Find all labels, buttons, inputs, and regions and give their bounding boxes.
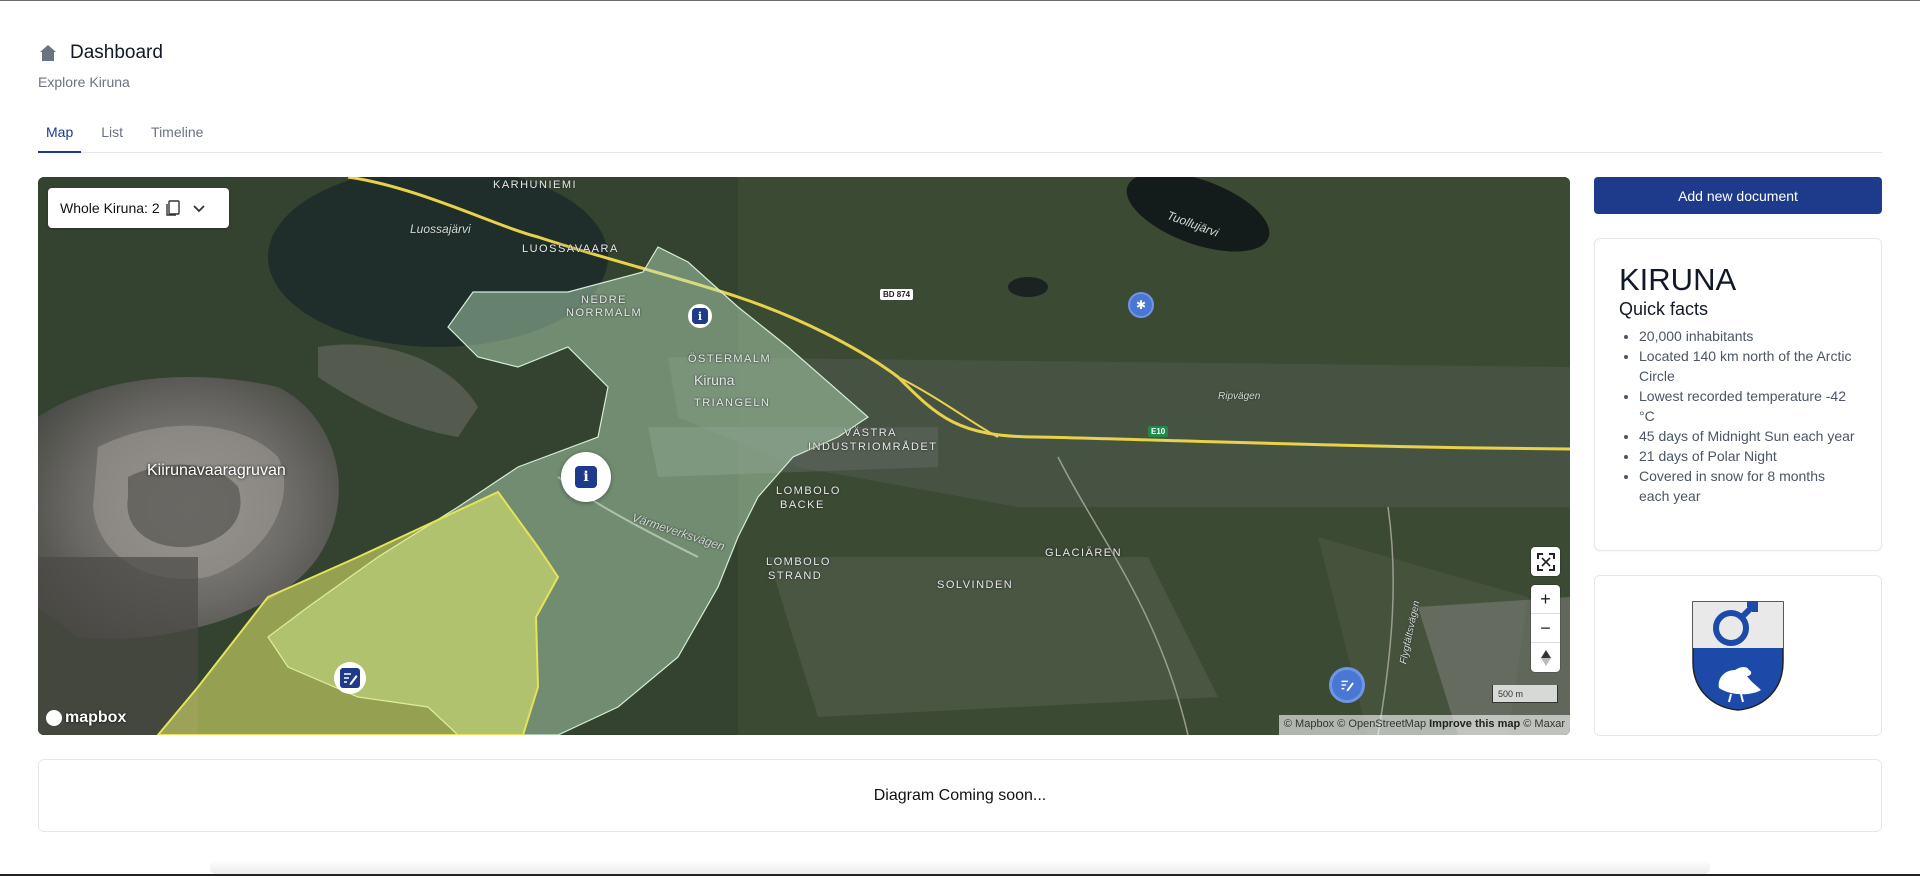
map-label-karhuniemi: KARHUNIEMI: [493, 179, 578, 191]
area-select-label: Whole Kiruna: 2: [60, 200, 160, 216]
road-badge-e10: E10: [1148, 426, 1169, 437]
edit-document-icon: [340, 668, 360, 688]
fullscreen-icon: [1536, 552, 1555, 571]
facts-subtitle: Quick facts: [1619, 299, 1709, 319]
info-icon: i: [575, 466, 597, 488]
map-label-ripvagen: Ripvägen: [1218, 391, 1261, 402]
page-title: Dashboard: [70, 42, 163, 63]
map-label-solvinden: SOLVINDEN: [937, 579, 1014, 591]
document-icon: [165, 200, 180, 216]
home-icon: [40, 45, 56, 61]
zoom-out-button[interactable]: −: [1531, 614, 1560, 643]
zoom-in-button[interactable]: +: [1531, 585, 1560, 614]
tab-timeline[interactable]: Timeline: [143, 120, 211, 153]
bottom-shadow: [210, 860, 1710, 874]
fact-item: Located 140 km north of the Arctic Circl…: [1639, 346, 1857, 386]
area-select-dropdown[interactable]: Whole Kiruna: 2: [48, 188, 229, 228]
add-new-document-button[interactable]: Add new document: [1594, 177, 1882, 214]
fact-item: 45 days of Midnight Sun each year: [1639, 426, 1857, 446]
compass-icon: [1540, 649, 1551, 666]
tab-map[interactable]: Map: [38, 120, 82, 153]
satellite-map-background: [38, 177, 1570, 735]
map-label-industriomradet: INDUSTRIOMRÅDET: [808, 441, 938, 453]
map-label-triangeln: TRIANGELN: [694, 397, 771, 409]
map-label-lombolo: LOMBOLO: [776, 485, 841, 497]
mapbox-logo-text: mapbox: [65, 709, 127, 726]
document-marker-edit-highlighted[interactable]: [1329, 667, 1365, 703]
map-label-nedre: NEDRE: [581, 294, 628, 306]
document-marker-gear[interactable]: ✱: [1128, 292, 1154, 318]
attribution-mapbox-osm[interactable]: © Mapbox © OpenStreetMap: [1284, 718, 1426, 730]
map-scale: 500 m: [1492, 685, 1558, 703]
map-label-ostermalm: ÖSTERMALM: [688, 353, 772, 365]
map-label-vastra: VÄSTRA: [844, 427, 898, 439]
map-label-glaciaren: GLACIÄREN: [1045, 547, 1123, 559]
map-label-backe: BACKE: [780, 499, 825, 511]
facts-list: 20,000 inhabitants Located 140 km north …: [1619, 326, 1857, 506]
coat-of-arms-card: [1594, 575, 1882, 736]
fullscreen-control: [1531, 547, 1560, 576]
facts-title: KIRUNA: [1619, 262, 1737, 297]
map-label-normalm: NORRMALM: [566, 307, 643, 319]
document-marker-info-large[interactable]: i: [561, 452, 611, 502]
document-marker-edit[interactable]: [334, 662, 366, 694]
mapbox-logo-mark: [46, 710, 62, 726]
zoom-controls: + −: [1531, 585, 1560, 672]
document-marker-info-small[interactable]: i: [688, 304, 712, 328]
fact-item: Lowest recorded temperature -42 °C: [1639, 386, 1857, 426]
mapbox-logo[interactable]: mapbox: [46, 709, 126, 727]
quick-facts-card: KIRUNA Quick facts 20,000 inhabitants Lo…: [1594, 238, 1882, 551]
tab-list[interactable]: List: [93, 120, 131, 153]
gear-icon: ✱: [1135, 298, 1147, 312]
map-label-luossajarvi: Luossajärvi: [410, 222, 471, 236]
improve-map-link[interactable]: Improve this map: [1429, 718, 1520, 730]
fact-item: 20,000 inhabitants: [1639, 326, 1857, 346]
diagram-placeholder: Diagram Coming soon...: [38, 759, 1882, 832]
compass-button[interactable]: [1531, 643, 1560, 672]
map-label-luossavaara: LUOSSAVAARA: [522, 243, 619, 255]
fact-item: 21 days of Polar Night: [1639, 446, 1857, 466]
map-label-strand: STRAND: [768, 570, 823, 582]
edit-document-icon: [1341, 680, 1354, 692]
fact-item: Covered in snow for 8 months each year: [1639, 466, 1857, 506]
map-attribution: © Mapbox © OpenStreetMap Improve this ma…: [1278, 715, 1570, 735]
fullscreen-button[interactable]: [1531, 547, 1560, 576]
chevron-down-icon[interactable]: [192, 201, 206, 215]
attribution-maxar[interactable]: © Maxar: [1523, 718, 1565, 730]
kiruna-coat-of-arms-icon: [1692, 600, 1784, 711]
page-subtitle: Explore Kiruna: [38, 74, 130, 90]
map-label-kiirunavaaragruvan: Kiirunavaaragruvan: [147, 462, 286, 479]
view-tabs: Map List Timeline: [38, 120, 1882, 153]
road-badge-bd874: BD 874: [880, 289, 914, 300]
page-header: Dashboard Explore Kiruna: [38, 42, 163, 90]
info-icon: i: [692, 308, 708, 324]
map-label-lombolo-strand-1: LOMBOLO: [766, 556, 831, 568]
map-label-kiruna: Kiruna: [694, 372, 735, 388]
map-view[interactable]: Whole Kiruna: 2 KARHUNIEMI Luossajärvi L…: [38, 177, 1570, 735]
window-top-border: [0, 0, 1920, 1]
